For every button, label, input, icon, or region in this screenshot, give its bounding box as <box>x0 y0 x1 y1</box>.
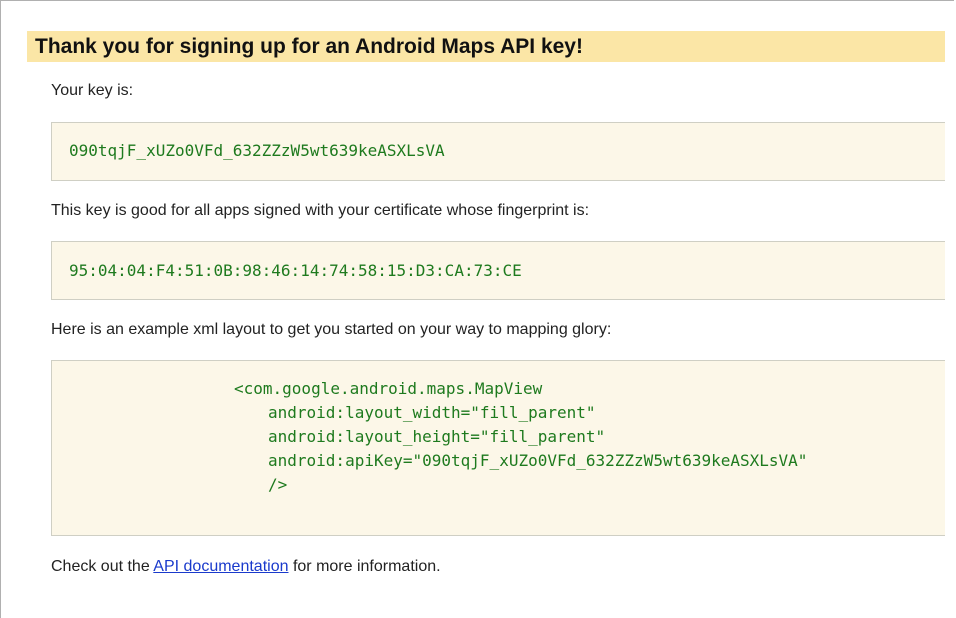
footer-prefix: Check out the <box>51 558 154 575</box>
footer-suffix: for more information. <box>288 558 441 575</box>
fingerprint-value[interactable]: 95:04:04:F4:51:0B:98:46:14:74:58:15:D3:C… <box>69 261 522 280</box>
footer-text: Check out the API documentation for more… <box>51 558 441 576</box>
api-key-box[interactable]: 090tqjF_xUZo0VFd_632ZZzW5wt639keASXLsVA <box>51 122 945 181</box>
fingerprint-label: This key is good for all apps signed wit… <box>51 202 590 219</box>
api-documentation-link[interactable]: API documentation <box>153 558 288 575</box>
xml-line: <com.google.android.maps.MapView <box>234 379 543 398</box>
example-label: Here is an example xml layout to get you… <box>51 321 612 338</box>
xml-line: android:apiKey="090tqjF_xUZo0VFd_632ZZzW… <box>268 451 808 470</box>
xml-line: /> <box>268 475 288 494</box>
xml-line: android:layout_height="fill_parent" <box>268 427 606 446</box>
api-key-value[interactable]: 090tqjF_xUZo0VFd_632ZZzW5wt639keASXLsVA <box>69 141 445 160</box>
fingerprint-box[interactable]: 95:04:04:F4:51:0B:98:46:14:74:58:15:D3:C… <box>51 241 945 300</box>
key-label: Your key is: <box>51 82 134 99</box>
page-title: Thank you for signing up for an Android … <box>27 31 945 62</box>
page-frame: Thank you for signing up for an Android … <box>0 0 954 618</box>
xml-example-box[interactable]: <com.google.android.maps.MapView android… <box>51 360 945 536</box>
xml-line: android:layout_width="fill_parent" <box>268 403 596 422</box>
